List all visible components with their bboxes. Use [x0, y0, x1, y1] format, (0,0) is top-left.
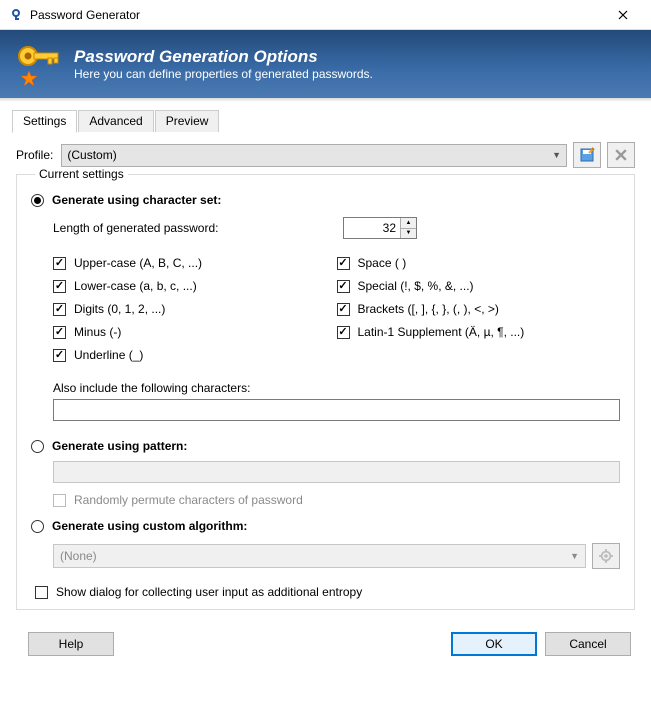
delete-profile-button[interactable]	[607, 142, 635, 168]
check-minus[interactable]	[53, 326, 66, 339]
radio-custom-label: Generate using custom algorithm:	[52, 519, 247, 533]
chevron-down-icon: ▼	[570, 551, 579, 561]
radio-charset[interactable]	[31, 194, 44, 207]
tab-settings[interactable]: Settings	[12, 110, 77, 133]
check-uppercase[interactable]	[53, 257, 66, 270]
check-minus-label: Minus (-)	[74, 325, 121, 339]
check-permute-label: Randomly permute characters of password	[74, 493, 303, 507]
chevron-down-icon: ▼	[552, 150, 561, 160]
check-lowercase-label: Lower-case (a, b, c, ...)	[74, 279, 197, 293]
check-digits[interactable]	[53, 303, 66, 316]
check-permute	[53, 494, 66, 507]
check-special[interactable]	[337, 280, 350, 293]
header-title: Password Generation Options	[74, 47, 373, 67]
algorithm-settings-button	[592, 543, 620, 569]
pattern-input[interactable]	[53, 461, 620, 483]
length-down[interactable]: ▼	[401, 229, 416, 239]
length-label: Length of generated password:	[53, 221, 343, 235]
ok-button[interactable]: OK	[451, 632, 537, 656]
check-brackets[interactable]	[337, 303, 350, 316]
length-up[interactable]: ▲	[401, 218, 416, 229]
radio-pattern-label: Generate using pattern:	[52, 439, 187, 453]
length-input[interactable]	[344, 218, 400, 238]
check-special-label: Special (!, $, %, &, ...)	[358, 279, 474, 293]
save-profile-button[interactable]	[573, 142, 601, 168]
fieldset-legend: Current settings	[35, 167, 128, 181]
window-title: Password Generator	[30, 8, 603, 22]
radio-charset-label: Generate using character set:	[52, 193, 221, 207]
header-subtitle: Here you can define properties of genera…	[74, 67, 373, 81]
tab-advanced[interactable]: Advanced	[78, 110, 153, 132]
check-digits-label: Digits (0, 1, 2, ...)	[74, 302, 165, 316]
app-icon	[8, 7, 24, 23]
also-include-input[interactable]	[53, 399, 620, 421]
header-key-icon	[8, 36, 64, 92]
check-underline[interactable]	[53, 349, 66, 362]
profile-label: Profile:	[16, 148, 53, 162]
algorithm-value: (None)	[60, 549, 97, 563]
cancel-button[interactable]: Cancel	[545, 632, 631, 656]
check-space-label: Space ( )	[358, 256, 407, 270]
profile-select[interactable]: (Custom) ▼	[61, 144, 567, 167]
radio-pattern[interactable]	[31, 440, 44, 453]
check-uppercase-label: Upper-case (A, B, C, ...)	[74, 256, 202, 270]
algorithm-select: (None) ▼	[53, 544, 586, 568]
also-include-label: Also include the following characters:	[53, 381, 620, 395]
check-underline-label: Underline (_)	[74, 348, 143, 362]
check-latin1-label: Latin-1 Supplement (Ä, µ, ¶, ...)	[358, 325, 525, 339]
check-entropy[interactable]	[35, 586, 48, 599]
check-entropy-label: Show dialog for collecting user input as…	[56, 585, 362, 599]
check-latin1[interactable]	[337, 326, 350, 339]
tab-preview[interactable]: Preview	[155, 110, 220, 132]
close-button[interactable]	[603, 1, 643, 29]
help-button[interactable]: Help	[28, 632, 114, 656]
check-lowercase[interactable]	[53, 280, 66, 293]
profile-value: (Custom)	[67, 148, 116, 162]
check-space[interactable]	[337, 257, 350, 270]
check-brackets-label: Brackets ([, ], {, }, (, ), <, >)	[358, 302, 499, 316]
radio-custom[interactable]	[31, 520, 44, 533]
